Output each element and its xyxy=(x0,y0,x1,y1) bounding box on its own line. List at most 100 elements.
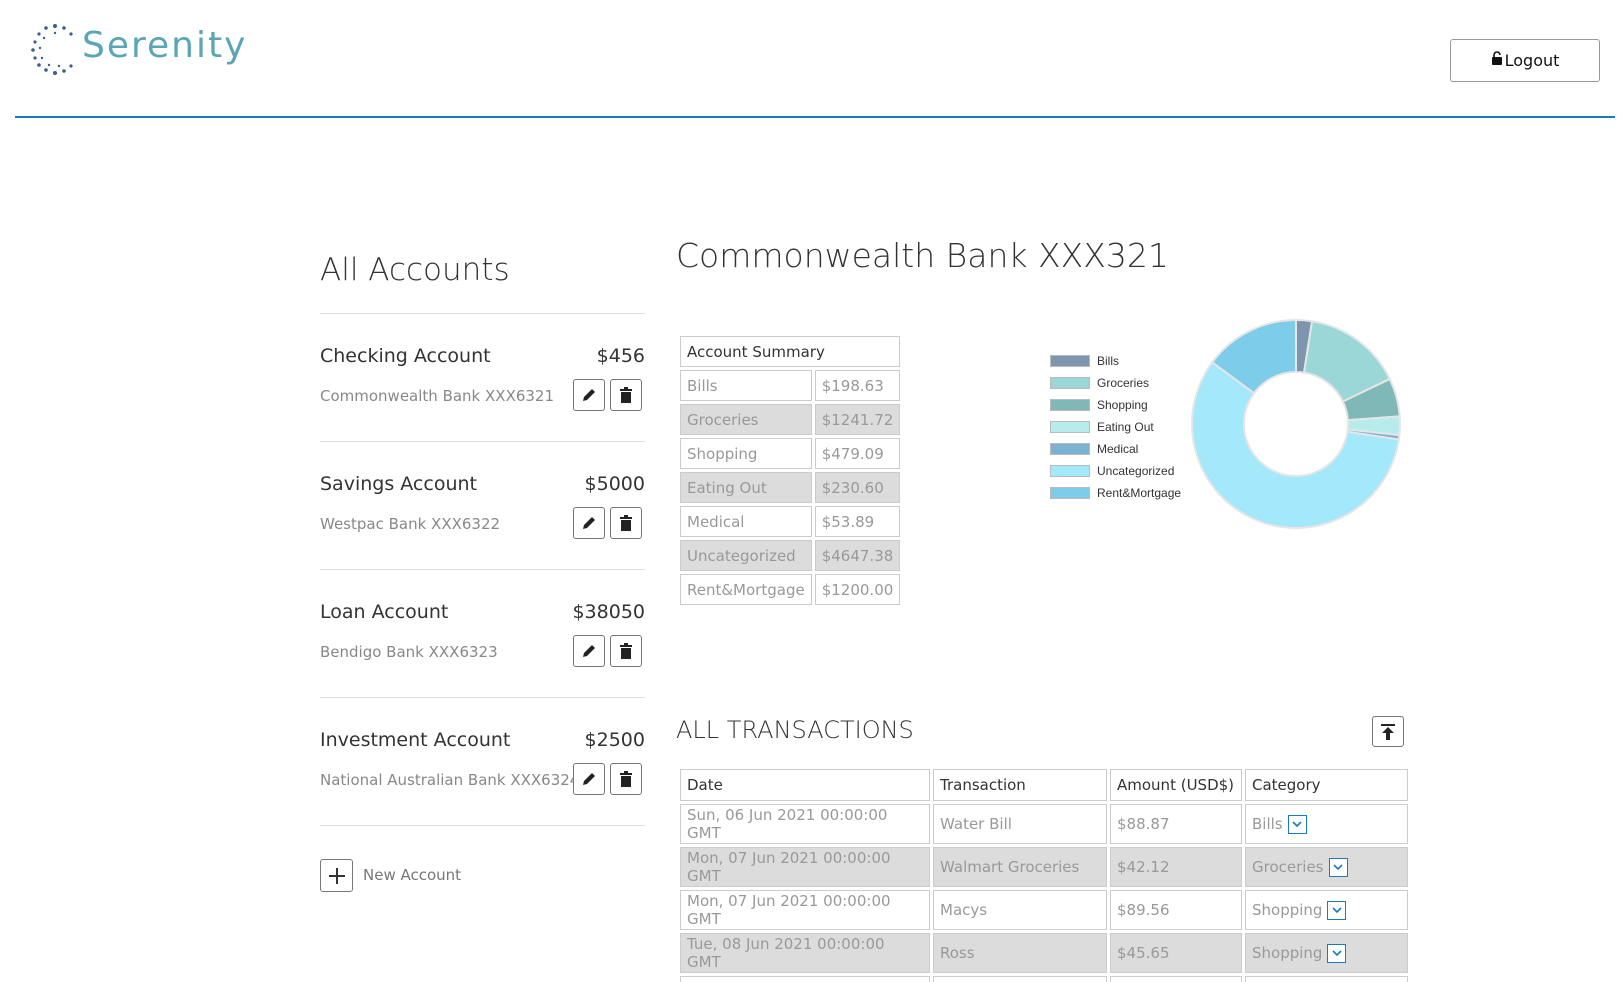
trash-icon xyxy=(620,515,632,531)
summary-row: Medical $53.89 xyxy=(680,506,901,537)
transaction-amount: $42.12 xyxy=(1110,847,1242,887)
account-bank: Commonwealth Bank XXX6321 xyxy=(320,387,555,405)
logout-label: Logout xyxy=(1504,51,1560,70)
legend-item[interactable]: Shopping xyxy=(1050,394,1181,416)
summary-category: Uncategorized xyxy=(680,540,812,571)
transaction-name xyxy=(933,976,1107,982)
trash-icon xyxy=(620,771,632,787)
serenity-logo[interactable]: Serenity xyxy=(28,18,247,78)
transactions-header-row: Date Transaction Amount (USD$) Category xyxy=(680,769,1408,801)
legend-label: Shopping xyxy=(1097,398,1148,412)
account-name[interactable]: Savings Account xyxy=(320,473,477,495)
delete-account-button[interactable] xyxy=(610,635,642,667)
account-summary-table: Account Summary Bills $198.63 Groceries $1… xyxy=(677,333,903,608)
summary-row: Shopping $479.09 xyxy=(680,438,901,469)
transaction-amount: $89.56 xyxy=(1110,890,1242,930)
column-header-transaction[interactable]: Transaction xyxy=(933,769,1107,801)
pencil-icon xyxy=(583,517,595,529)
summary-amount: $230.60 xyxy=(814,472,901,503)
legend-label: Eating Out xyxy=(1097,420,1154,434)
legend-item[interactable]: Medical xyxy=(1050,438,1181,460)
legend-swatch xyxy=(1050,465,1090,477)
legend-item[interactable]: Eating Out xyxy=(1050,416,1181,438)
account-balance: $456 xyxy=(596,345,645,367)
edit-account-button[interactable] xyxy=(573,379,605,411)
transaction-row: Tue, 08 Jun 2021 00:00:00 GMT Ross $45.6… xyxy=(680,933,1408,973)
legend-swatch xyxy=(1050,421,1090,433)
category-dropdown[interactable] xyxy=(1287,814,1307,834)
account-name[interactable]: Investment Account xyxy=(320,729,510,751)
chevron-down-icon xyxy=(1332,906,1342,913)
account-name[interactable]: Loan Account xyxy=(320,601,448,623)
account-bank: Bendigo Bank XXX6323 xyxy=(320,643,498,661)
legend-item[interactable]: Rent&Mortgage xyxy=(1050,482,1181,504)
transactions-table: Date Transaction Amount (USD$) Category … xyxy=(677,766,1411,982)
logout-button[interactable]: Logout xyxy=(1450,39,1600,82)
transaction-row: Mon, 07 Jun 2021 00:00:00 GMT Macys $89.… xyxy=(680,890,1408,930)
transaction-date: Tue, 08 Jun 2021 00:00:00 GMT xyxy=(680,933,930,973)
edit-account-button[interactable] xyxy=(573,635,605,667)
legend-item[interactable]: Groceries xyxy=(1050,372,1181,394)
new-account-label[interactable]: New Account xyxy=(363,866,461,884)
chevron-down-icon xyxy=(1332,949,1342,956)
transaction-name: Macys xyxy=(933,890,1107,930)
trash-icon xyxy=(620,387,632,403)
category-dropdown[interactable] xyxy=(1328,857,1348,877)
column-header-category[interactable]: Category xyxy=(1245,769,1408,801)
transaction-date xyxy=(680,976,930,982)
transaction-date: Mon, 07 Jun 2021 00:00:00 GMT xyxy=(680,847,930,887)
summary-row: Bills $198.63 xyxy=(680,370,901,401)
pencil-icon xyxy=(583,645,595,657)
legend-item[interactable]: Bills xyxy=(1050,350,1181,372)
transaction-category xyxy=(1245,976,1408,982)
summary-category: Medical xyxy=(680,506,812,537)
edit-account-button[interactable] xyxy=(573,763,605,795)
transaction-row: Mon, 07 Jun 2021 00:00:00 GMT Walmart Gr… xyxy=(680,847,1408,887)
accounts-title: All Accounts xyxy=(320,252,510,288)
summary-amount: $1241.72 xyxy=(814,404,901,435)
legend-swatch xyxy=(1050,443,1090,455)
summary-category: Groceries xyxy=(680,404,812,435)
transaction-category: Bills xyxy=(1245,804,1408,844)
transactions-title: ALL TRANSACTIONS xyxy=(676,716,914,744)
account-name[interactable]: Checking Account xyxy=(320,345,491,367)
category-dropdown[interactable] xyxy=(1327,900,1347,920)
chevron-down-icon xyxy=(1333,863,1343,870)
category-value: Shopping xyxy=(1252,901,1323,919)
legend-swatch xyxy=(1050,399,1090,411)
selected-account-title: Commonwealth Bank XXX321 xyxy=(676,236,1169,275)
category-dropdown[interactable] xyxy=(1327,943,1347,963)
summary-header: Account Summary xyxy=(680,336,901,367)
transaction-row xyxy=(680,976,1408,982)
transaction-date: Mon, 07 Jun 2021 00:00:00 GMT xyxy=(680,890,930,930)
column-header-date[interactable]: Date xyxy=(680,769,930,801)
account-divider xyxy=(320,441,645,442)
edit-account-button[interactable] xyxy=(573,507,605,539)
delete-account-button[interactable] xyxy=(610,507,642,539)
transaction-row: Sun, 06 Jun 2021 00:00:00 GMT Water Bill… xyxy=(680,804,1408,844)
delete-account-button[interactable] xyxy=(610,763,642,795)
legend-label: Bills xyxy=(1097,354,1120,368)
account-bank: Westpac Bank XXX6322 xyxy=(320,515,501,533)
column-header-amount[interactable]: Amount (USD$) xyxy=(1110,769,1242,801)
scroll-to-top-button[interactable] xyxy=(1372,716,1404,747)
category-value: Bills xyxy=(1252,815,1283,833)
trash-icon xyxy=(620,643,632,659)
arrow-to-top-icon xyxy=(1381,723,1395,740)
summary-category: Rent&Mortgage xyxy=(680,574,812,605)
legend-item[interactable]: Uncategorized xyxy=(1050,460,1181,482)
chart-legend: Bills Groceries Shopping Eating Out Medical U… xyxy=(1050,350,1181,504)
legend-swatch xyxy=(1050,377,1090,389)
summary-row: Rent&Mortgage $1200.00 xyxy=(680,574,901,605)
account-balance: $2500 xyxy=(584,729,645,751)
summary-category: Eating Out xyxy=(680,472,812,503)
transaction-amount: $88.87 xyxy=(1110,804,1242,844)
summary-amount: $1200.00 xyxy=(814,574,901,605)
header-divider xyxy=(15,116,1615,118)
delete-account-button[interactable] xyxy=(610,379,642,411)
new-account-button[interactable] xyxy=(320,859,353,892)
legend-label: Groceries xyxy=(1097,376,1150,390)
account-divider xyxy=(320,569,645,570)
plus-icon xyxy=(328,867,345,884)
transaction-name: Ross xyxy=(933,933,1107,973)
